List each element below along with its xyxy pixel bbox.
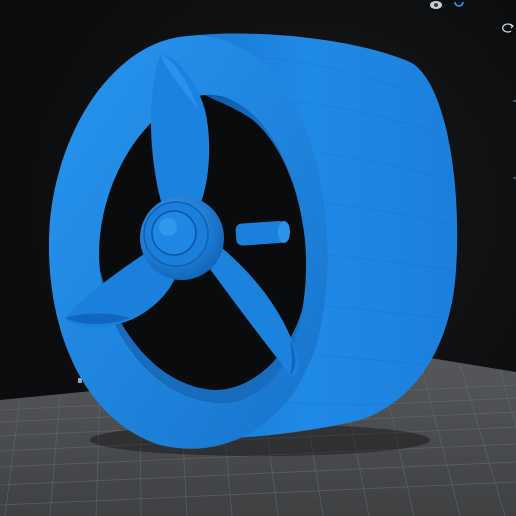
rotate-view-icon [502,23,515,33]
3d-viewport[interactable] [0,0,516,516]
rotate-view-button[interactable] [500,20,516,36]
view-mode-icon [430,1,442,9]
scene-canvas[interactable] [0,0,516,516]
view-mode-button[interactable] [428,0,444,10]
camera-button[interactable] [452,0,466,10]
motor-shaft [235,220,290,246]
ducted-fan-model[interactable] [48,33,458,449]
camera-icon [454,1,464,7]
